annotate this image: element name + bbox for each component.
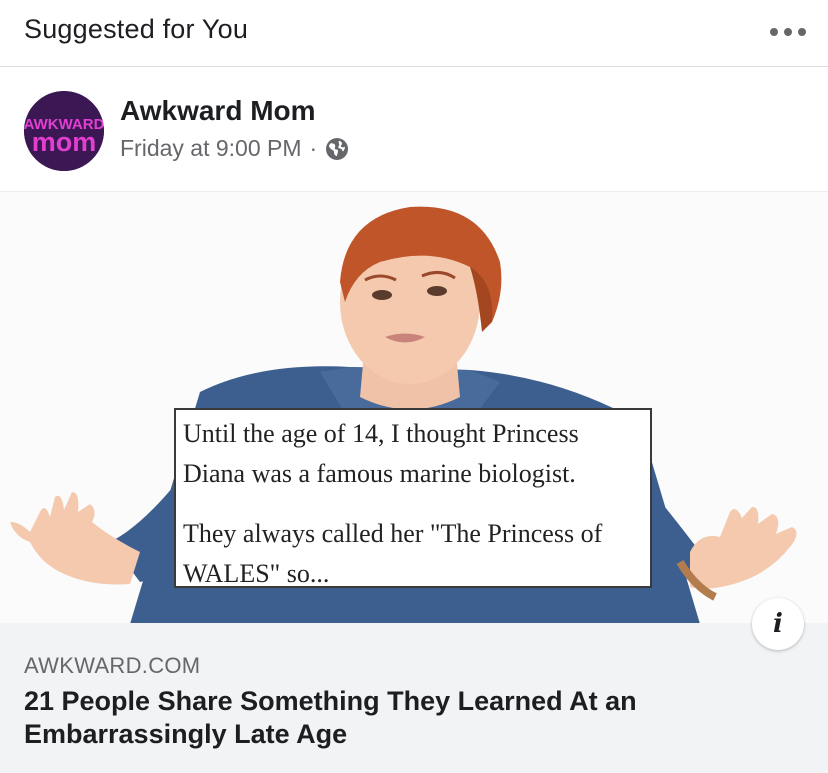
link-domain: AWKWARD.COM <box>24 653 201 678</box>
info-icon: i <box>773 609 783 639</box>
more-horizontal-icon <box>770 28 778 36</box>
page-name-link[interactable]: Awkward Mom <box>120 95 316 127</box>
avatar-logo: AWKWARD mom <box>24 91 104 171</box>
info-button[interactable]: i <box>752 598 804 650</box>
globe-icon[interactable] <box>325 137 349 161</box>
quote-text-box: Until the age of 14, I thought Princess … <box>174 408 652 588</box>
quote-line-2: They always called her "The Princess of … <box>183 519 603 588</box>
suggested-header: Suggested for You <box>0 0 828 67</box>
header-title: Suggested for You <box>24 14 249 44</box>
link-preview-footer[interactable]: AWKWARD.COM 21 People Share Something Th… <box>0 623 828 773</box>
quote-line-1: Until the age of 14, I thought Princess … <box>183 419 579 488</box>
link-headline[interactable]: 21 People Share Something They Learned A… <box>24 685 784 751</box>
avatar-text-bottom: mom <box>32 127 97 157</box>
more-options-button[interactable] <box>770 18 806 46</box>
more-horizontal-icon-dot <box>784 28 792 36</box>
link-preview-image[interactable]: Until the age of 14, I thought Princess … <box>0 191 828 624</box>
meta-separator: · <box>309 135 318 161</box>
page-avatar[interactable]: AWKWARD mom <box>24 91 104 171</box>
post-header: AWKWARD mom Awkward Mom Friday at 9:00 P… <box>0 67 828 191</box>
post-timestamp[interactable]: Friday at 9:00 PM <box>120 135 302 162</box>
post-meta: Friday at 9:00 PM · <box>120 135 349 162</box>
more-horizontal-icon-dot <box>798 28 806 36</box>
